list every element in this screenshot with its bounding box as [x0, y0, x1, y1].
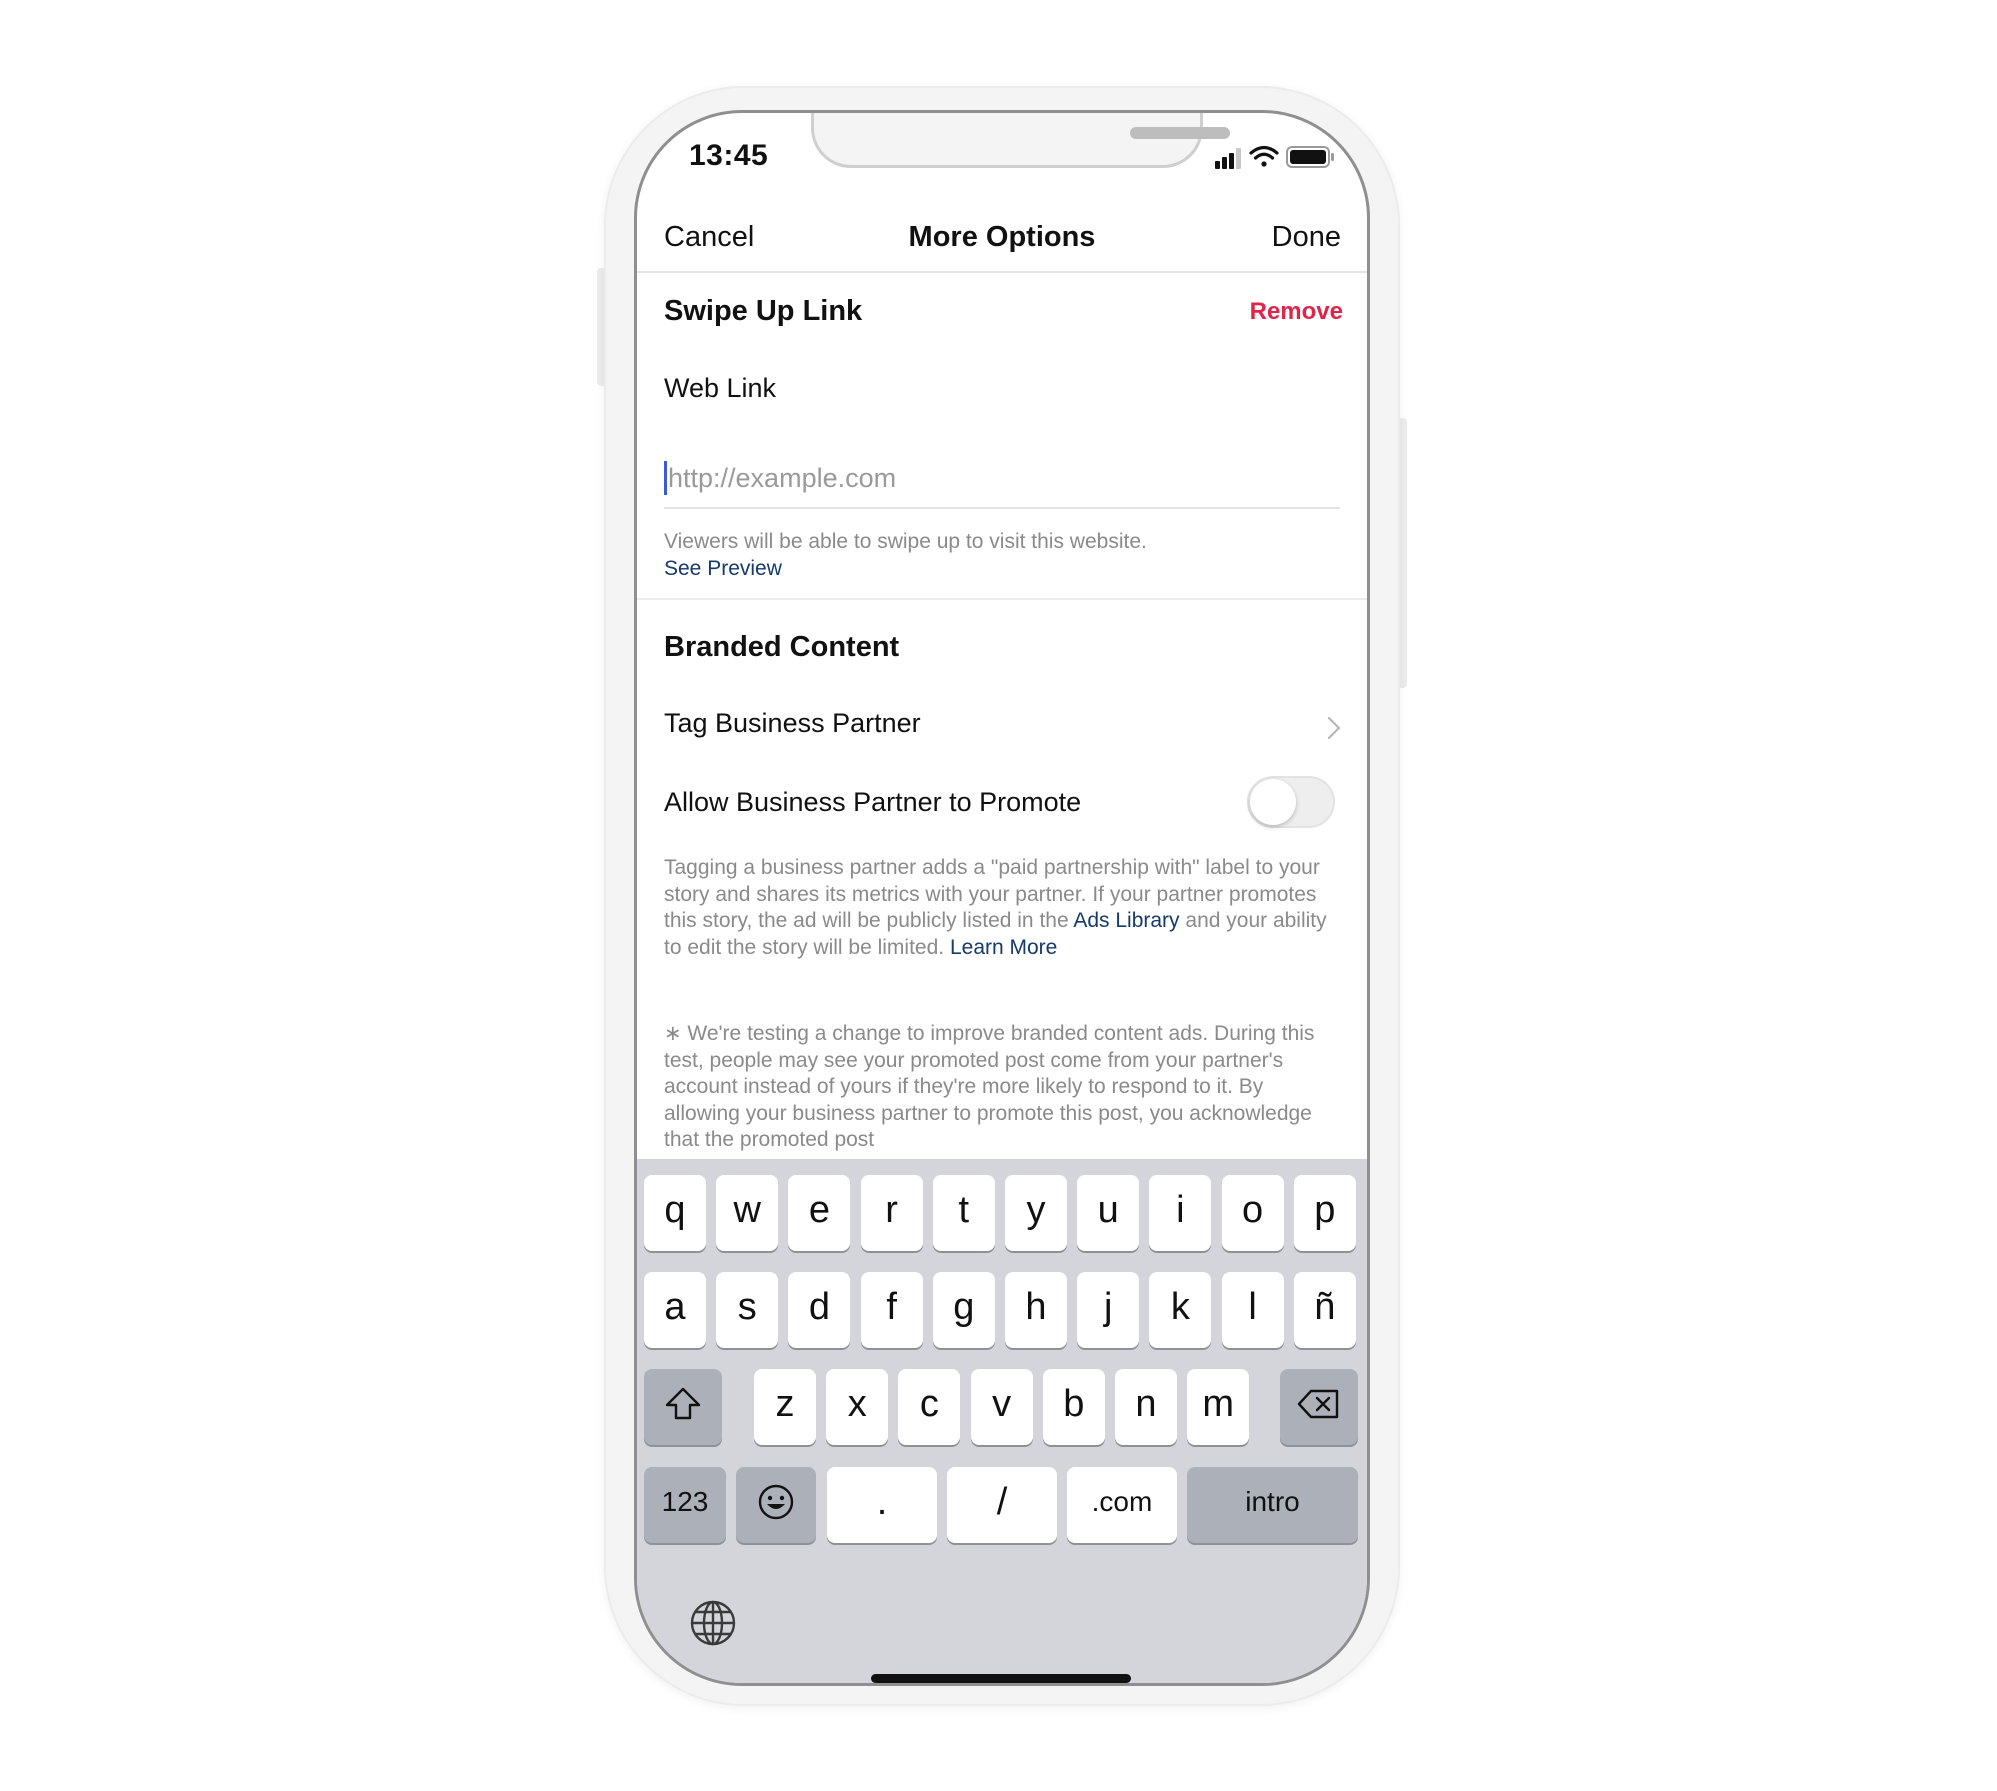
key-j[interactable]: j	[1077, 1272, 1140, 1348]
key-c[interactable]: c	[898, 1369, 961, 1445]
shift-key[interactable]	[644, 1369, 722, 1445]
key-p[interactable]: p	[1293, 1175, 1356, 1251]
branded-content-section-title: Branded Content	[664, 631, 900, 663]
key-a[interactable]: a	[644, 1272, 706, 1348]
done-button[interactable]: Done	[1272, 221, 1341, 254]
backspace-key[interactable]	[1280, 1369, 1358, 1445]
key-g[interactable]: g	[932, 1272, 995, 1348]
section-divider	[637, 598, 1367, 600]
key-r[interactable]: r	[860, 1175, 923, 1251]
chevron-right-icon[interactable]	[1317, 716, 1341, 740]
key-t[interactable]: t	[932, 1175, 995, 1251]
cellular-signal-icon	[1215, 148, 1241, 169]
numbers-key[interactable]: 123	[644, 1467, 726, 1543]
home-indicator	[871, 1674, 1131, 1683]
key-m[interactable]: m	[1187, 1369, 1250, 1445]
branded-content-disclaimer: Tagging a business partner adds a "paid …	[664, 855, 1330, 961]
cancel-button[interactable]: Cancel	[664, 221, 754, 254]
text-caret	[664, 461, 667, 495]
key-w[interactable]: w	[716, 1175, 779, 1251]
key-e[interactable]: e	[788, 1175, 851, 1251]
slash-key[interactable]: /	[947, 1467, 1057, 1543]
swipe-up-help-text: Viewers will be able to swipe up to visi…	[664, 529, 1344, 582]
key-k[interactable]: k	[1149, 1272, 1212, 1348]
on-screen-keyboard: qwertyuiop asdfghjklñ zxcvbnm 123 . / .c…	[637, 1159, 1367, 1683]
web-link-input[interactable]	[664, 449, 1340, 509]
toggle-knob	[1250, 779, 1296, 825]
key-d[interactable]: d	[788, 1272, 851, 1348]
key-s[interactable]: s	[716, 1272, 779, 1348]
key-h[interactable]: h	[1005, 1272, 1067, 1348]
key-ñ[interactable]: ñ	[1293, 1272, 1356, 1348]
web-link-label: Web Link	[664, 373, 777, 403]
key-q[interactable]: q	[644, 1175, 706, 1251]
key-n[interactable]: n	[1115, 1369, 1177, 1445]
key-o[interactable]: o	[1221, 1175, 1284, 1251]
allow-promote-toggle[interactable]	[1247, 776, 1335, 828]
shift-arrow-icon	[665, 1387, 701, 1420]
phone-screen: 13:45 More Options Cancel Done Swipe Up …	[634, 110, 1370, 1686]
wifi-icon	[1249, 145, 1279, 167]
key-l[interactable]: l	[1221, 1272, 1284, 1348]
key-b[interactable]: b	[1042, 1369, 1105, 1445]
swipe-up-help-description: Viewers will be able to swipe up to visi…	[664, 530, 1147, 553]
swipe-up-section-title: Swipe Up Link	[664, 295, 863, 327]
status-icons	[1215, 145, 1334, 169]
notch	[811, 113, 1230, 168]
learn-more-link[interactable]: Learn More	[950, 936, 1057, 959]
key-v[interactable]: v	[970, 1369, 1033, 1445]
emoji-icon	[758, 1484, 794, 1520]
key-z[interactable]: z	[754, 1369, 816, 1445]
ads-library-link[interactable]: Ads Library	[1073, 909, 1179, 932]
backspace-icon	[1297, 1389, 1339, 1419]
dot-key[interactable]: .	[827, 1467, 937, 1543]
tag-business-partner-label[interactable]: Tag Business Partner	[664, 708, 921, 739]
key-i[interactable]: i	[1149, 1175, 1212, 1251]
return-key[interactable]: intro	[1187, 1467, 1358, 1543]
emoji-key[interactable]	[736, 1467, 816, 1543]
allow-promote-label: Allow Business Partner to Promote	[664, 787, 1082, 817]
status-time: 13:45	[689, 139, 769, 172]
navigation-bar: More Options Cancel Done	[637, 209, 1367, 273]
key-u[interactable]: u	[1077, 1175, 1140, 1251]
key-x[interactable]: x	[826, 1369, 889, 1445]
dotcom-key[interactable]: .com	[1067, 1467, 1177, 1543]
speaker-grille	[1130, 127, 1230, 139]
see-preview-link[interactable]: See Preview	[664, 557, 782, 580]
key-y[interactable]: y	[1005, 1175, 1067, 1251]
key-f[interactable]: f	[860, 1272, 923, 1348]
remove-button[interactable]: Remove	[1250, 298, 1343, 326]
globe-icon[interactable]	[689, 1599, 737, 1647]
branded-content-test-note: ∗ We're testing a change to improve bran…	[664, 1022, 1315, 1151]
battery-icon	[1286, 146, 1334, 168]
